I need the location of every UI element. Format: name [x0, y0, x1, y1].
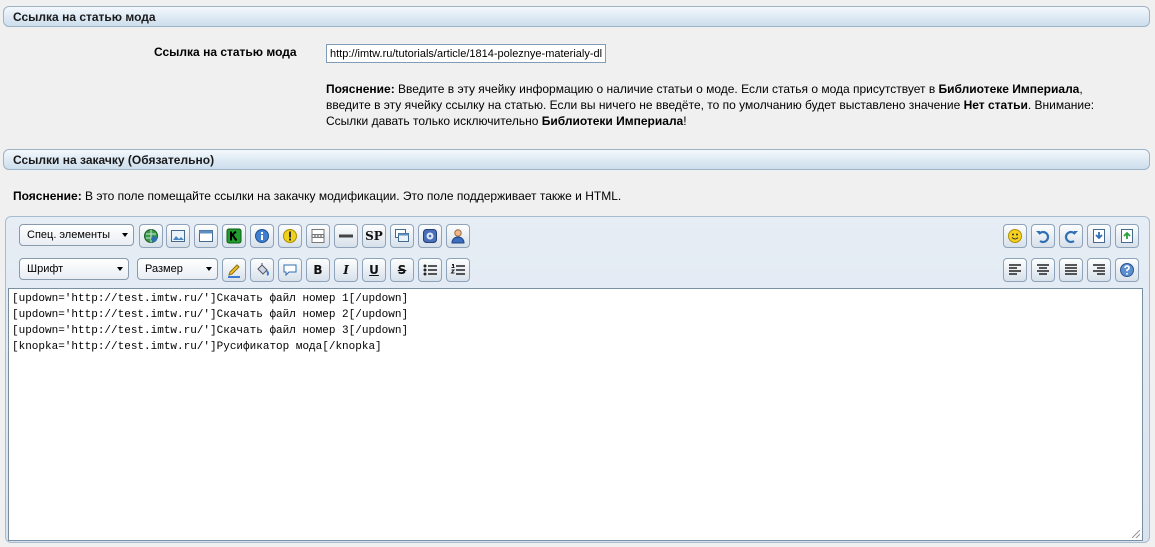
align-left-icon — [1009, 264, 1021, 275]
window-icon — [199, 230, 213, 242]
section-title: Ссылки на закачку (Обязательно) — [13, 153, 215, 167]
select-value: Размер — [145, 263, 183, 275]
link-globe-icon — [144, 229, 158, 243]
windows-button[interactable] — [390, 224, 414, 248]
horizontal-rule-button[interactable] — [334, 224, 358, 248]
help-button[interactable] — [1115, 258, 1139, 282]
align-justify-button[interactable] — [1059, 258, 1083, 282]
chevron-down-icon — [117, 267, 123, 271]
undo-button[interactable] — [1031, 224, 1055, 248]
align-left-button[interactable] — [1003, 258, 1027, 282]
note-text: ! — [683, 114, 687, 128]
strikethrough-button[interactable]: S — [390, 258, 414, 282]
bold-label: B — [313, 263, 323, 277]
chevron-down-icon — [206, 267, 212, 271]
image-button[interactable] — [166, 224, 190, 248]
user-icon — [451, 229, 465, 244]
smiley-icon — [1008, 229, 1022, 243]
page-break-icon — [311, 229, 325, 243]
font-color-button[interactable] — [222, 258, 246, 282]
downloads-note: Пояснение: В это поле помещайте ссылки н… — [13, 189, 621, 203]
message-textarea[interactable]: [updown='http://test.imtw.ru/']Скачать ф… — [8, 288, 1143, 541]
background-color-button[interactable] — [250, 258, 274, 282]
k-green-icon — [226, 228, 242, 244]
redo-icon — [1064, 230, 1078, 244]
pencil-color-icon — [228, 264, 240, 278]
article-link-input[interactable] — [326, 44, 606, 63]
editor-line: [knopka='http://test.imtw.ru/']Русификат… — [12, 341, 382, 353]
numbered-list-icon — [450, 264, 465, 275]
expand-editor-button[interactable] — [1115, 224, 1139, 248]
k-button[interactable] — [222, 224, 246, 248]
page-break-button[interactable] — [306, 224, 330, 248]
special-elements-select[interactable]: Спец. элементы — [19, 224, 134, 246]
windows-icon — [395, 229, 409, 242]
editor-line: [updown='http://test.imtw.ru/']Скачать ф… — [12, 309, 409, 321]
italic-button[interactable]: I — [334, 258, 358, 282]
horizontal-rule-icon — [339, 234, 353, 238]
section-title: Ссылка на статью мода — [13, 10, 156, 24]
media-icon — [423, 229, 437, 243]
warning-button[interactable] — [278, 224, 302, 248]
note-bold: Библиотеке Империала — [938, 82, 1080, 96]
font-select[interactable]: Шрифт — [19, 258, 129, 280]
speech-bubble-icon — [283, 264, 297, 277]
section-header-article: Ссылка на статью мода — [3, 6, 1150, 27]
select-value: Спец. элементы — [27, 229, 111, 241]
note-bold: Нет статьи — [963, 98, 1028, 112]
info-icon — [255, 229, 269, 243]
underline-button[interactable]: U — [362, 258, 386, 282]
editor-line: [updown='http://test.imtw.ru/']Скачать ф… — [12, 325, 409, 337]
align-justify-icon — [1065, 264, 1077, 275]
shrink-icon — [1093, 229, 1105, 243]
help-icon — [1120, 263, 1134, 277]
link-button[interactable] — [139, 224, 163, 248]
resize-grip-icon[interactable] — [1132, 530, 1140, 538]
section-header-downloads: Ссылки на закачку (Обязательно) — [3, 149, 1150, 170]
note-text: Введите в эту ячейку информацию о наличи… — [394, 82, 939, 96]
note-text: В это поле помещайте ссылки на закачку м… — [81, 189, 622, 203]
user-button[interactable] — [446, 224, 470, 248]
sp-label: SP — [365, 229, 383, 243]
note-lead: Пояснение: — [13, 189, 82, 203]
bulleted-list-button[interactable] — [418, 258, 442, 282]
article-link-label: Ссылка на статью мода — [154, 45, 297, 59]
paint-bucket-icon — [257, 263, 269, 276]
numbered-list-button[interactable] — [446, 258, 470, 282]
align-right-icon — [1093, 264, 1105, 275]
align-center-icon — [1037, 264, 1049, 275]
underline-label: U — [369, 263, 379, 277]
warning-icon — [283, 229, 297, 243]
media-button[interactable] — [418, 224, 442, 248]
strikethrough-label: S — [397, 263, 407, 277]
info-button[interactable] — [250, 224, 274, 248]
chevron-down-icon — [122, 233, 128, 237]
window-button[interactable] — [194, 224, 218, 248]
align-center-button[interactable] — [1031, 258, 1055, 282]
expand-icon — [1121, 229, 1133, 243]
quote-button[interactable] — [278, 258, 302, 282]
bold-button[interactable]: B — [306, 258, 330, 282]
align-right-button[interactable] — [1087, 258, 1111, 282]
shrink-editor-button[interactable] — [1087, 224, 1111, 248]
editor-line: [updown='http://test.imtw.ru/']Скачать ф… — [12, 293, 409, 305]
article-note: Пояснение: Введите в эту ячейку информац… — [326, 81, 1126, 129]
redo-button[interactable] — [1059, 224, 1083, 248]
bullet-list-icon — [423, 264, 437, 276]
italic-label: I — [343, 263, 349, 277]
note-bold: Библиотеки Империала — [541, 114, 684, 128]
emoticons-button[interactable] — [1003, 224, 1027, 248]
note-lead: Пояснение: — [326, 82, 395, 96]
size-select[interactable]: Размер — [137, 258, 218, 280]
select-value: Шрифт — [27, 263, 64, 275]
image-icon — [171, 230, 185, 242]
undo-icon — [1036, 230, 1050, 244]
spoiler-button[interactable]: SP — [362, 224, 386, 248]
